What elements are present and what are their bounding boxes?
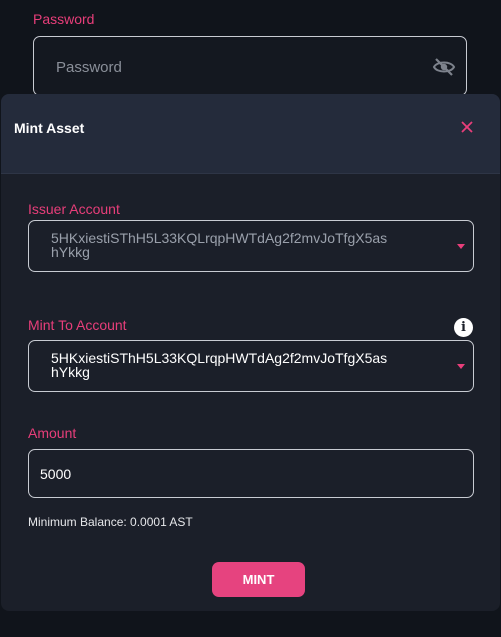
info-icon[interactable]: i <box>454 318 473 337</box>
mint-to-account-label: Mint To Account <box>28 317 127 333</box>
modal-header: Mint Asset <box>1 94 500 174</box>
issuer-account-value: 5HKxiestiSThH5L33KQLrqpHWTdAg2f2mvJoTfgX… <box>51 230 388 260</box>
mint-asset-modal: Mint Asset Issuer Account 5HKxiestiSThH5… <box>1 94 500 611</box>
eye-off-icon[interactable] <box>432 56 456 78</box>
password-field[interactable]: Password <box>33 36 467 96</box>
close-icon[interactable] <box>459 119 475 135</box>
chevron-down-icon <box>457 364 465 369</box>
mint-to-account-select[interactable]: 5HKxiestiSThH5L33KQLrqpHWTdAg2f2mvJoTfgX… <box>28 340 474 392</box>
mint-to-account-value: 5HKxiestiSThH5L33KQLrqpHWTdAg2f2mvJoTfgX… <box>51 350 388 380</box>
amount-label: Amount <box>28 425 77 441</box>
amount-value: 5000 <box>40 466 72 482</box>
minimum-balance-text: Minimum Balance: 0.0001 AST <box>28 515 193 529</box>
password-placeholder: Password <box>56 59 122 76</box>
chevron-down-icon <box>457 244 465 249</box>
amount-input[interactable]: 5000 <box>28 449 474 498</box>
issuer-account-label: Issuer Account <box>28 201 120 217</box>
modal-title: Mint Asset <box>14 120 85 136</box>
issuer-account-select[interactable]: 5HKxiestiSThH5L33KQLrqpHWTdAg2f2mvJoTfgX… <box>28 220 474 272</box>
password-label: Password <box>33 11 95 27</box>
mint-button[interactable]: MINT <box>212 562 305 597</box>
